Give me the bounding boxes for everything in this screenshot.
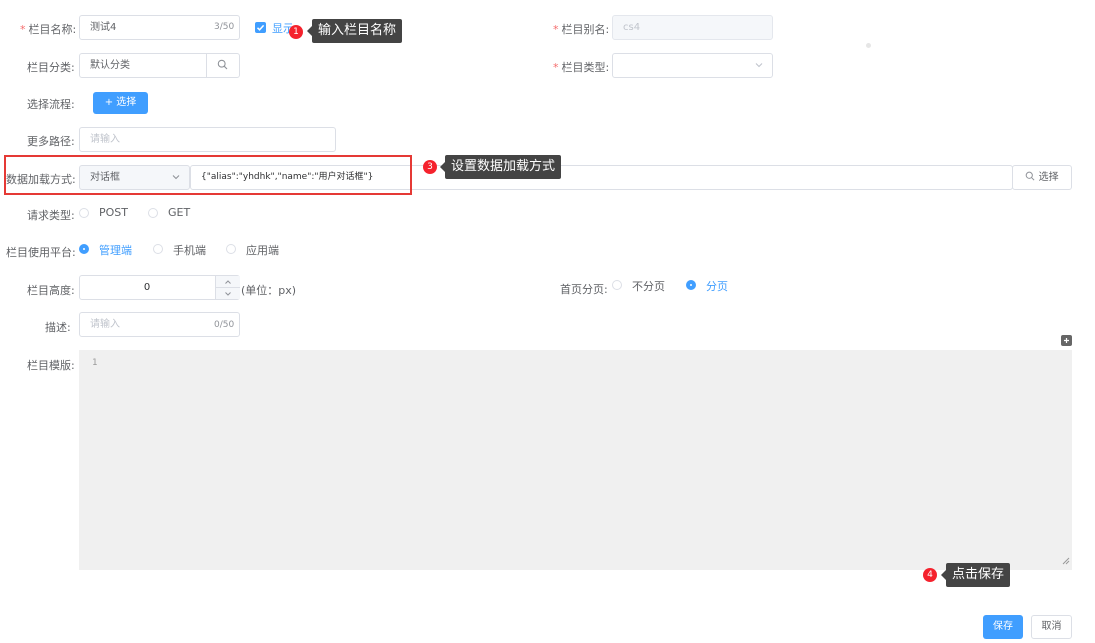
annotation-tooltip-3: 设置数据加载方式 [439, 155, 562, 179]
category-divider [206, 54, 207, 77]
radio-get[interactable] [148, 208, 158, 218]
search-icon[interactable] [217, 59, 228, 73]
desc-counter: 0/50 [214, 320, 235, 330]
radio-no-paging-label: 不分页 [632, 280, 665, 293]
more-path-input[interactable]: 请输入 [79, 127, 336, 152]
platform-label: 栏目使用平台: [6, 246, 76, 259]
height-stepper[interactable] [215, 276, 240, 299]
show-checkbox[interactable] [255, 22, 266, 33]
category-input[interactable]: 默认分类 [79, 53, 240, 78]
cancel-button[interactable]: 取消 [1031, 615, 1072, 639]
chevron-up-icon [225, 280, 231, 284]
radio-admin-label: 管理端 [99, 244, 132, 257]
annotation-badge-4: 4 [923, 568, 937, 582]
radio-post-label: POST [99, 206, 128, 219]
paging-label: 首页分页: [560, 283, 608, 296]
alias-label: * 栏目别名: [553, 23, 610, 36]
flow-label: 选择流程: [27, 98, 75, 111]
category-label: 栏目分类: [27, 61, 75, 74]
radio-paging-label: 分页 [706, 280, 728, 293]
template-label: 栏目模版: [27, 359, 75, 372]
decorative-dot [866, 43, 871, 48]
radio-post[interactable] [79, 208, 89, 218]
radio-paging[interactable] [686, 280, 696, 290]
editor-line-number: 1 [92, 358, 98, 368]
more-path-label: 更多路径: [27, 135, 75, 148]
type-label: * 栏目类型: [553, 61, 610, 74]
alias-input[interactable]: cs4 [612, 15, 773, 40]
load-mode-select-button[interactable]: 选择 [1012, 165, 1072, 190]
template-editor[interactable]: 1 [79, 350, 1072, 570]
stepper-down[interactable] [216, 288, 240, 299]
check-icon [256, 24, 265, 31]
chevron-down-icon [754, 60, 764, 73]
select-flow-button[interactable]: + 选择 [93, 92, 148, 114]
annotation-badge-3: 3 [423, 160, 437, 174]
annotation-tooltip-1: 输入栏目名称 [306, 19, 403, 43]
radio-no-paging[interactable] [612, 280, 622, 290]
name-label: * 栏目名称: [20, 23, 77, 36]
search-icon-select [1026, 171, 1035, 181]
desc-label: 描述: [45, 321, 71, 334]
stepper-up[interactable] [216, 276, 240, 288]
resize-handle-icon[interactable] [1062, 555, 1070, 568]
radio-get-label: GET [168, 206, 191, 219]
request-type-label: 请求类型: [27, 209, 75, 222]
name-counter: 3/50 [214, 22, 235, 32]
radio-mobile-label: 手机端 [173, 244, 206, 257]
highlight-box [4, 155, 412, 195]
radio-app[interactable] [226, 244, 236, 254]
radio-app-label: 应用端 [246, 244, 279, 257]
height-label: 栏目高度: [27, 284, 75, 297]
radio-admin[interactable] [79, 244, 89, 254]
type-select[interactable] [612, 53, 773, 78]
chevron-down-icon-stepper [225, 292, 231, 296]
save-button[interactable]: 保存 [983, 615, 1023, 639]
height-unit: (单位：px) [241, 284, 297, 297]
annotation-badge-1: 1 [289, 25, 303, 39]
fullscreen-icon[interactable] [1061, 335, 1072, 346]
radio-mobile[interactable] [153, 244, 163, 254]
annotation-tooltip-4: 点击保存 [940, 563, 1011, 587]
